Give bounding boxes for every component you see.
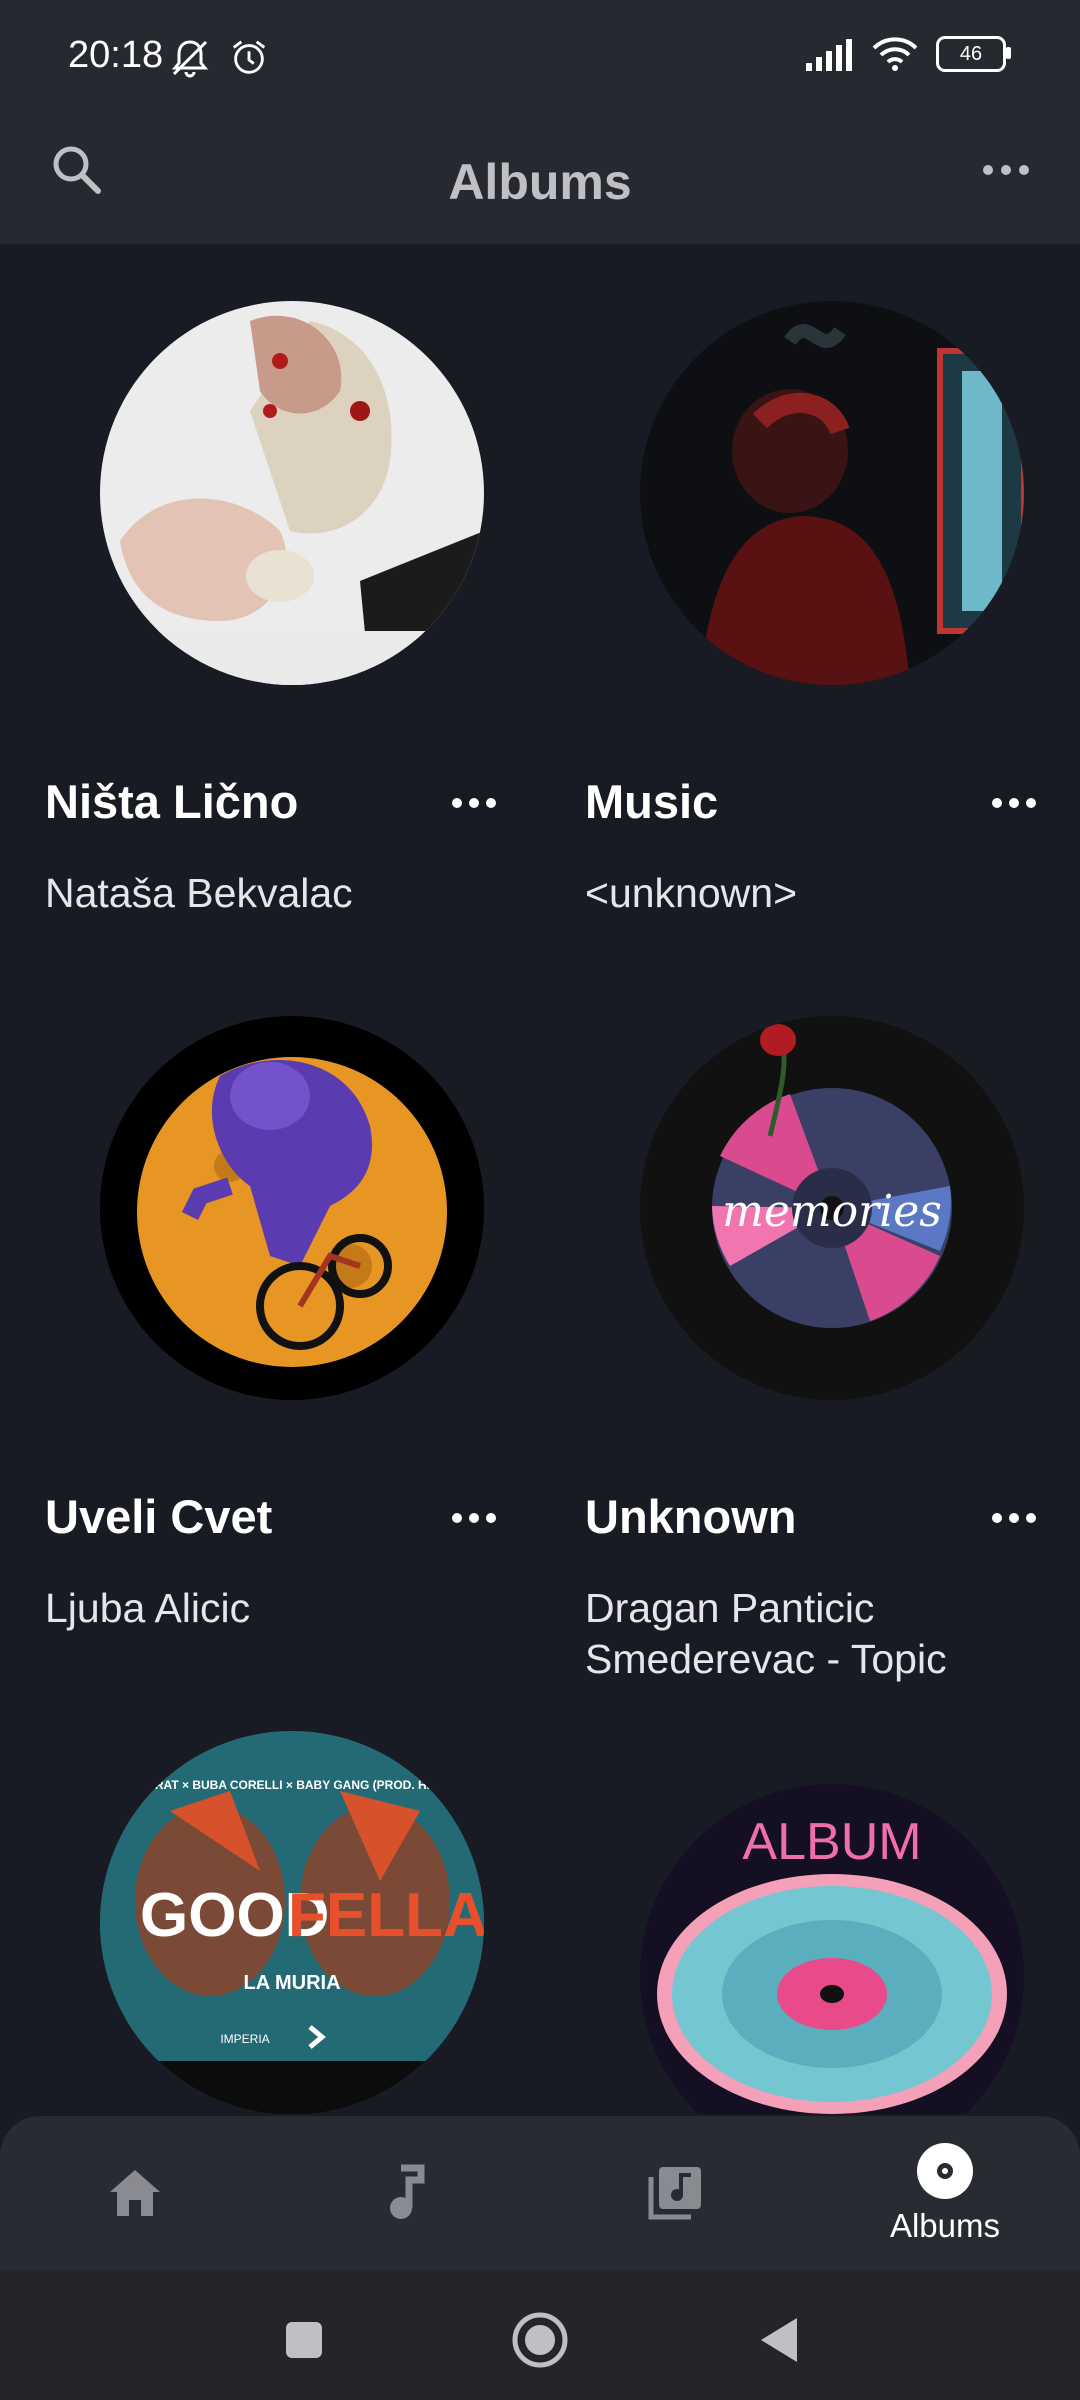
nav-albums-label: Albums — [889, 2207, 1001, 2244]
nav-library[interactable] — [540, 2116, 810, 2270]
nav-albums[interactable]: Albums — [810, 2116, 1080, 2270]
mute-bell-icon — [171, 40, 209, 78]
triangle-back-icon — [761, 2318, 797, 2362]
album-art-text: IMPERIA — [220, 2032, 269, 2046]
battery-level: 46 — [959, 42, 983, 65]
album-art-text: LA MURIA — [243, 1972, 340, 1994]
album-art[interactable] — [640, 301, 1024, 685]
album-title[interactable]: Music — [585, 774, 718, 829]
album-art[interactable]: memories — [640, 1016, 1024, 1400]
album-more-button[interactable] — [439, 778, 509, 828]
album-art[interactable] — [100, 1016, 484, 1400]
status-right-icons: 46 — [804, 36, 1011, 72]
album-more-button[interactable] — [439, 1493, 509, 1543]
status-time: 20:18 — [68, 34, 164, 76]
signal-icon — [806, 39, 852, 71]
album-artist: Dragan Panticic Smederevac - Topic — [585, 1585, 947, 1682]
more-horizontal-icon — [992, 798, 1036, 808]
recents-button[interactable] — [264, 2310, 344, 2370]
wifi-icon — [872, 37, 918, 71]
music-note-icon — [390, 2164, 425, 2219]
battery-indicator: 46 — [936, 36, 1011, 72]
more-horizontal-icon — [983, 165, 1029, 175]
nav-home[interactable] — [0, 2116, 270, 2270]
more-horizontal-icon — [452, 1513, 496, 1523]
album-icon — [917, 2143, 973, 2199]
bottom-navigation: Albums — [0, 2116, 1080, 2270]
album-art-text: JALA BRAT × BUBA CORELLI × BABY GANG (PR… — [112, 1778, 472, 1792]
home-icon — [110, 2170, 160, 2216]
album-art-text: memories — [722, 1186, 942, 1237]
page-title: Albums — [448, 154, 632, 210]
more-horizontal-icon — [452, 798, 496, 808]
album-artist: <unknown> — [585, 870, 798, 916]
back-button[interactable] — [738, 2310, 818, 2370]
more-horizontal-icon — [992, 1513, 1036, 1523]
nav-songs[interactable] — [270, 2116, 540, 2270]
album-title[interactable]: Unknown — [585, 1489, 796, 1544]
circle-icon — [512, 2312, 568, 2368]
album-artist: Ljuba Alicic — [45, 1585, 251, 1631]
album-art[interactable]: ALBUM — [640, 1784, 1024, 2114]
album-art-text: ALBUM — [742, 1813, 921, 1871]
overflow-menu-button[interactable] — [976, 140, 1036, 200]
status-left-icons — [168, 36, 270, 80]
search-icon — [53, 146, 101, 194]
album-artist: Nataša Bekvalac — [45, 870, 353, 916]
alarm-icon — [232, 40, 266, 74]
album-art-text: FELLAS — [288, 1881, 484, 1950]
status-bar: 20:18 46 — [0, 0, 1080, 120]
album-title[interactable]: Uveli Cvet — [45, 1489, 272, 1544]
system-navigation-bar — [0, 2270, 1080, 2400]
album-title[interactable]: Ništa Lično — [45, 774, 298, 829]
album-art[interactable]: JALA BRAT × BUBA CORELLI × BABY GANG (PR… — [100, 1731, 484, 2114]
album-art[interactable] — [100, 301, 484, 685]
library-icon — [648, 2167, 701, 2220]
top-app-bar: Albums — [0, 120, 1080, 244]
home-button[interactable] — [500, 2302, 580, 2378]
square-icon — [286, 2322, 322, 2358]
album-more-button[interactable] — [979, 1493, 1049, 1543]
search-button[interactable] — [46, 139, 106, 199]
album-more-button[interactable] — [979, 778, 1049, 828]
albums-grid: Ništa Lično Nataša Bekvalac Music <unkno… — [0, 244, 1080, 2114]
